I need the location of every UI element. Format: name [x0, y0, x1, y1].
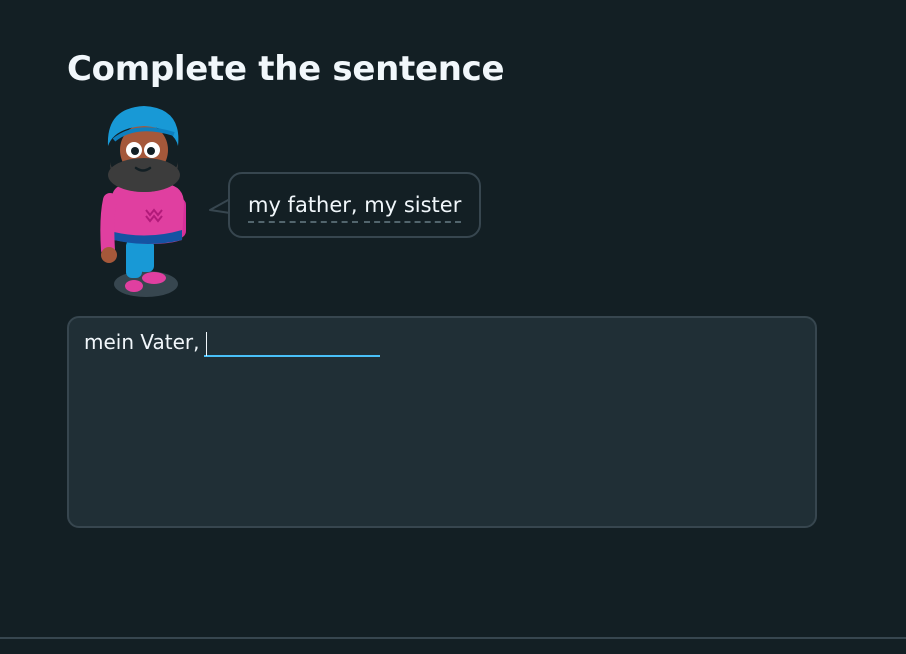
page-title: Complete the sentence	[67, 49, 505, 89]
text-caret	[206, 332, 207, 356]
footer-divider	[0, 637, 906, 639]
prompt-sentence: my father, my sister	[248, 193, 462, 223]
hint-word-my-father[interactable]: my father,	[248, 193, 358, 223]
answer-prefix: mein Vater,	[84, 330, 200, 354]
hint-word-my-sister[interactable]: my sister	[364, 193, 462, 223]
speech-bubble: my father, my sister	[228, 172, 482, 238]
answer-area[interactable]: mein Vater,	[67, 316, 817, 528]
answer-blank-input[interactable]	[204, 330, 380, 357]
character-illustration-icon	[100, 106, 186, 297]
